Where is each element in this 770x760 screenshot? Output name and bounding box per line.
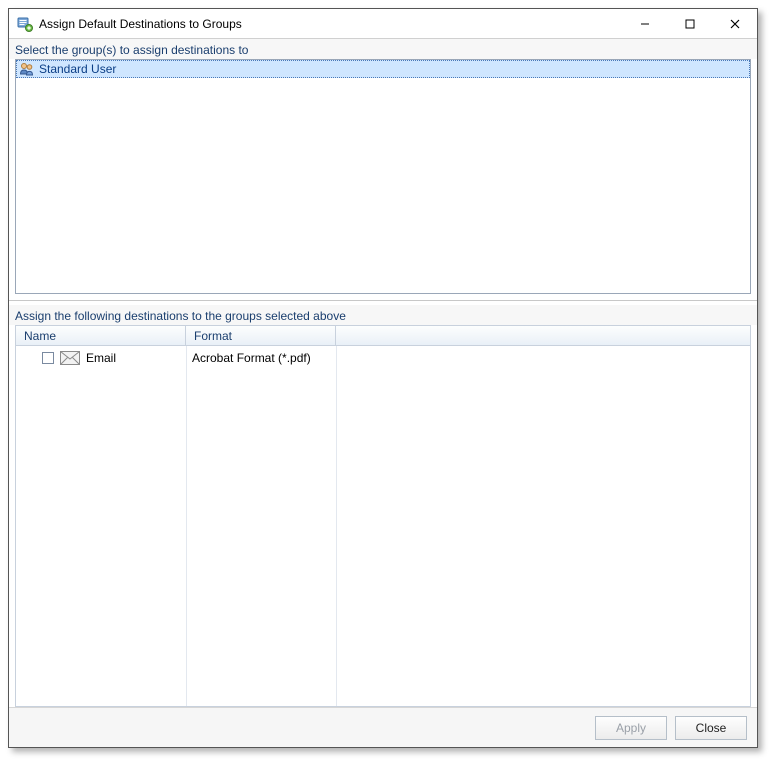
destination-checkbox[interactable] (42, 352, 54, 364)
destination-row[interactable]: Email Acrobat Format (*.pdf) (16, 346, 750, 370)
destinations-header: Name Format (16, 326, 750, 346)
column-header-name[interactable]: Name (16, 326, 186, 345)
close-button[interactable]: Close (675, 716, 747, 740)
groups-section-label: Select the group(s) to assign destinatio… (9, 39, 757, 59)
app-icon (17, 16, 33, 32)
group-row[interactable]: Standard User (16, 60, 750, 78)
title-bar: Assign Default Destinations to Groups (9, 9, 757, 39)
column-divider (186, 346, 187, 706)
destination-format: Acrobat Format (*.pdf) (192, 351, 311, 365)
window-title: Assign Default Destinations to Groups (39, 17, 622, 31)
minimize-button[interactable] (622, 9, 667, 38)
users-icon (19, 61, 35, 77)
email-icon (60, 351, 80, 365)
button-bar: Apply Close (9, 707, 757, 747)
maximize-button[interactable] (667, 9, 712, 38)
destinations-body[interactable]: Email Acrobat Format (*.pdf) (16, 346, 750, 706)
destinations-table: Name Format (15, 325, 751, 707)
destination-name: Email (86, 351, 116, 365)
group-label: Standard User (39, 62, 116, 76)
dialog-window: Assign Default Destinations to Groups Se… (8, 8, 758, 748)
destinations-section-label: Assign the following destinations to the… (9, 305, 757, 325)
close-window-button[interactable] (712, 9, 757, 38)
column-header-spacer (336, 326, 750, 345)
column-divider (336, 346, 337, 706)
column-header-format[interactable]: Format (186, 326, 336, 345)
apply-button[interactable]: Apply (595, 716, 667, 740)
window-controls (622, 9, 757, 38)
section-divider (9, 300, 757, 301)
destinations-section: Assign the following destinations to the… (9, 305, 757, 707)
groups-list[interactable]: Standard User (15, 59, 751, 294)
